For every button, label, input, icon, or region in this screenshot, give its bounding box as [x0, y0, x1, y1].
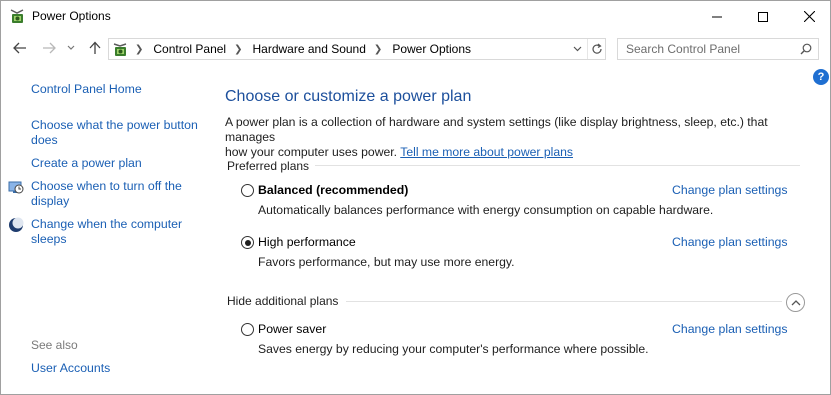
search-box[interactable]: Search Control Panel: [617, 38, 819, 60]
power-button-link-line2: does: [31, 133, 58, 147]
breadcrumb-power-options[interactable]: Power Options: [392, 42, 471, 56]
additional-plans-divider: [346, 301, 782, 302]
user-accounts-link[interactable]: User Accounts: [31, 361, 110, 376]
back-button[interactable]: [10, 38, 30, 58]
address-bar[interactable]: ❯ Control Panel ❯ Hardware and Sound ❯ P…: [108, 38, 606, 60]
balanced-plan-name[interactable]: Balanced (recommended): [258, 183, 408, 197]
address-history-dropdown[interactable]: [569, 39, 585, 59]
power-saver-change-settings-link[interactable]: Change plan settings: [672, 322, 788, 336]
maximize-button[interactable]: [740, 1, 786, 32]
power-button-link[interactable]: Choose what the power button does: [31, 118, 198, 148]
up-arrow-icon: [89, 41, 101, 54]
tell-me-more-link[interactable]: Tell me more about power plans: [400, 145, 573, 159]
power-saver-radio[interactable]: [241, 323, 254, 336]
title-bar: Power Options: [1, 1, 830, 32]
hide-additional-plans-label[interactable]: Hide additional plans: [227, 294, 338, 308]
intro-text: A power plan is a collection of hardware…: [225, 115, 815, 160]
preferred-plans-divider: [315, 165, 800, 166]
up-button[interactable]: [85, 38, 105, 58]
help-button[interactable]: ?: [813, 69, 829, 85]
power-saver-plan-name[interactable]: Power saver: [258, 322, 326, 336]
power-options-window: Power Options ❯ Control Panel ❯ Hardware…: [0, 0, 831, 395]
control-panel-home-link[interactable]: Control Panel Home: [31, 82, 142, 97]
search-icon[interactable]: [800, 43, 812, 55]
power-options-app-icon: [10, 9, 24, 23]
search-input[interactable]: Search Control Panel: [626, 42, 740, 56]
page-title: Choose or customize a power plan: [225, 88, 472, 105]
turn-off-display-link-line2: display: [31, 194, 70, 208]
forward-button[interactable]: [39, 38, 59, 58]
high-performance-plan-name[interactable]: High performance: [258, 235, 356, 249]
minimize-icon: [712, 16, 722, 17]
breadcrumb-separator[interactable]: ❯: [234, 44, 242, 55]
back-arrow-icon: [13, 42, 26, 54]
collapse-plans-button[interactable]: [786, 293, 805, 312]
control-panel-icon: [113, 43, 127, 56]
see-also-label: See also: [31, 338, 78, 352]
breadcrumb-control-panel[interactable]: Control Panel: [153, 42, 226, 56]
high-performance-change-settings-link[interactable]: Change plan settings: [672, 235, 788, 249]
intro-line1: A power plan is a collection of hardware…: [225, 115, 768, 144]
maximize-icon: [758, 11, 768, 22]
close-button[interactable]: [786, 1, 831, 32]
computer-sleeps-link-line1: Change when the computer: [31, 217, 183, 231]
breadcrumb: ❯ Control Panel ❯ Hardware and Sound ❯ P…: [135, 42, 471, 56]
chevron-down-icon: [573, 46, 581, 52]
turn-off-display-link-line1: Choose when to turn off the: [31, 179, 182, 193]
intro-line2-text: how your computer uses power.: [225, 145, 398, 159]
balanced-radio[interactable]: [241, 184, 254, 197]
refresh-icon: [592, 43, 602, 54]
computer-sleeps-link[interactable]: Change when the computer sleeps: [31, 217, 182, 247]
balanced-plan-desc: Automatically balances performance with …: [258, 203, 714, 217]
breadcrumb-hardware-and-sound[interactable]: Hardware and Sound: [253, 42, 366, 56]
window-title: Power Options: [32, 9, 111, 23]
preferred-plans-label: Preferred plans: [227, 159, 310, 173]
refresh-button[interactable]: [587, 39, 606, 59]
turn-off-display-link[interactable]: Choose when to turn off the display: [31, 179, 182, 209]
computer-sleeps-link-line2: sleeps: [31, 232, 67, 246]
high-performance-radio[interactable]: [241, 236, 254, 249]
chevron-up-icon: [791, 300, 800, 306]
balanced-change-settings-link[interactable]: Change plan settings: [672, 183, 788, 197]
breadcrumb-separator[interactable]: ❯: [374, 44, 382, 55]
power-button-link-line1: Choose what the power button: [31, 118, 198, 132]
minimize-button[interactable]: [694, 1, 740, 32]
display-clock-icon: [8, 181, 24, 194]
sleep-moon-icon: [9, 217, 24, 232]
intro-line2: how your computer uses power. Tell me mo…: [225, 145, 815, 160]
high-performance-plan-desc: Favors performance, but may use more ene…: [258, 255, 515, 269]
create-power-plan-link[interactable]: Create a power plan: [31, 156, 142, 171]
chevron-down-icon: [67, 45, 75, 50]
forward-arrow-icon: [43, 42, 56, 54]
breadcrumb-separator: ❯: [135, 43, 144, 55]
power-saver-plan-desc: Saves energy by reducing your computer's…: [258, 342, 649, 356]
recent-locations-button[interactable]: [64, 38, 78, 58]
close-icon: [803, 11, 815, 22]
